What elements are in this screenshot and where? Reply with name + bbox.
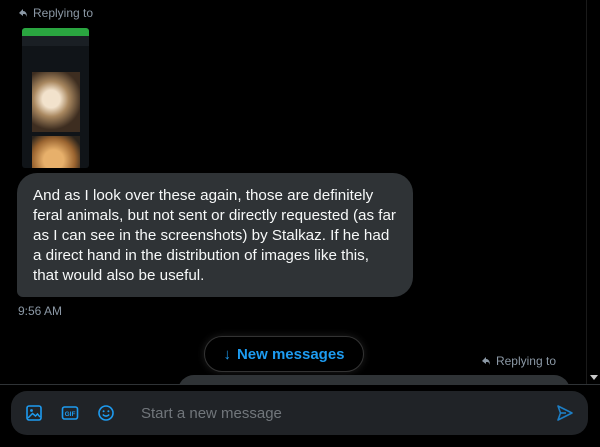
svg-text:GIF: GIF bbox=[65, 411, 76, 418]
reply-arrow-icon bbox=[481, 357, 490, 365]
message-composer: GIF bbox=[11, 391, 588, 435]
replying-to-label: Replying to bbox=[33, 6, 94, 20]
replying-to-label: Replying to bbox=[495, 354, 556, 368]
send-icon bbox=[557, 405, 573, 421]
reply-arrow-icon bbox=[19, 9, 27, 17]
message-input[interactable] bbox=[139, 403, 554, 423]
message-thread: Replying to And as I look over these aga… bbox=[0, 0, 586, 384]
emoji-button[interactable] bbox=[95, 402, 117, 424]
send-button[interactable] bbox=[554, 402, 576, 424]
screenshot-photo bbox=[32, 136, 80, 168]
screenshot-status-bar bbox=[22, 28, 89, 36]
image-icon bbox=[26, 405, 42, 421]
new-messages-button[interactable]: ↓ New messages bbox=[204, 336, 364, 372]
partial-message-bubble bbox=[178, 375, 570, 384]
message-text: And as I look over these again, those ar… bbox=[33, 187, 396, 284]
scroll-down-arrow-icon[interactable] bbox=[590, 375, 598, 380]
media-button[interactable] bbox=[23, 402, 45, 424]
gif-button[interactable]: GIF bbox=[59, 402, 81, 424]
screenshot-photo bbox=[32, 72, 80, 132]
screenshot-header bbox=[22, 36, 89, 46]
replying-to-indicator: Replying to bbox=[481, 354, 556, 368]
arrow-down-icon: ↓ bbox=[223, 345, 231, 363]
new-messages-label: New messages bbox=[236, 345, 345, 363]
emoji-icon bbox=[98, 405, 114, 421]
attached-screenshot-image[interactable] bbox=[22, 28, 89, 168]
message-timestamp: 9:56 AM bbox=[18, 304, 63, 318]
replying-to-indicator: Replying to bbox=[18, 6, 93, 20]
message-bubble[interactable]: And as I look over these again, those ar… bbox=[17, 173, 413, 297]
gif-icon: GIF bbox=[61, 406, 79, 420]
scrollbar[interactable] bbox=[586, 0, 600, 384]
